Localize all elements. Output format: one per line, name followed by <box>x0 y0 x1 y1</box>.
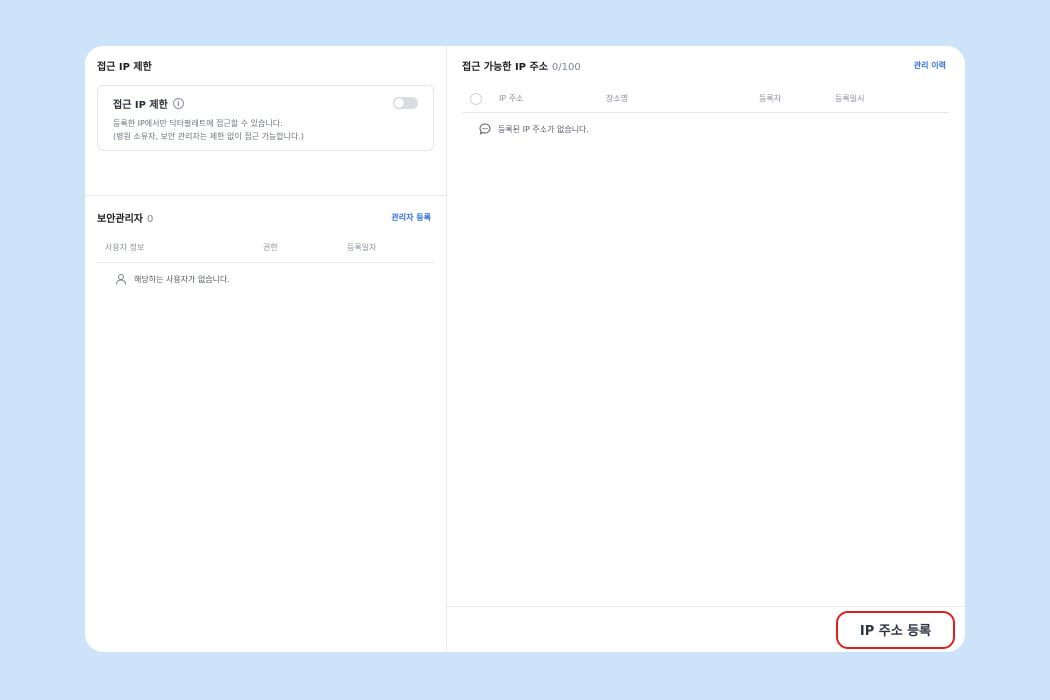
column-registered-datetime: 등록일시 <box>835 94 865 103</box>
security-admin-empty-text: 해당하는 사용자가 없습니다. <box>134 274 230 284</box>
right-panel: 접근 가능한 IP 주소 0/100 관리 이력 IP 주소 장소명 등록자 등록… <box>447 46 965 652</box>
person-icon <box>116 274 126 285</box>
left-panel: 접근 IP 제한 접근 IP 제한 i 등록한 IP에서만 닥터팔레트에 접근할… <box>85 46 447 652</box>
column-registered-date: 등록일자 <box>347 243 377 252</box>
ip-restriction-header: 접근 IP 제한 i <box>113 96 419 111</box>
info-icon[interactable]: i <box>172 98 184 109</box>
security-admin-count: 0 <box>147 214 154 225</box>
security-admin-title-text: 보안관리자 <box>97 214 143 225</box>
ip-restriction-section: 접근 IP 제한 접근 IP 제한 i 등록한 IP에서만 닥터팔레트에 접근할… <box>85 46 446 196</box>
chat-bubble-icon <box>479 123 491 135</box>
allowed-ip-section: 접근 가능한 IP 주소 0/100 관리 이력 IP 주소 장소명 등록자 등록… <box>447 46 965 606</box>
ip-restriction-desc-line1: 등록한 IP에서만 닥터팔레트에 접근할 수 있습니다. <box>113 119 283 128</box>
ip-restriction-title: 접근 IP 제한 <box>97 62 152 73</box>
column-place-name: 장소명 <box>606 94 629 103</box>
footer-bar: IP 주소 등록 <box>447 606 965 652</box>
column-role: 권한 <box>263 243 278 252</box>
security-admin-section: 보안관리자 0 관리자 등록 사용자 정보 권한 등록일자 해당하는 사용자가 없… <box>85 196 446 652</box>
settings-card: 접근 IP 제한 접근 IP 제한 i 등록한 IP에서만 닥터팔레트에 접근할… <box>85 46 965 652</box>
allowed-ip-empty-row: 등록된 IP 주소가 없습니다. <box>462 113 949 145</box>
column-registrant: 등록자 <box>759 94 782 103</box>
allowed-ip-empty-text: 등록된 IP 주소가 없습니다. <box>498 124 589 134</box>
history-link[interactable]: 관리 이력 <box>914 60 946 71</box>
ip-restriction-box: 접근 IP 제한 i 등록한 IP에서만 닥터팔레트에 접근할 수 있습니다. … <box>97 85 434 151</box>
select-all-checkbox[interactable] <box>470 92 482 105</box>
register-ip-button[interactable]: IP 주소 등록 <box>836 610 955 649</box>
security-admin-header: 보안관리자 0 관리자 등록 <box>97 210 434 225</box>
security-admin-title: 보안관리자 0 <box>97 210 153 225</box>
ip-restriction-box-title: 접근 IP 제한 <box>113 100 168 111</box>
allowed-ip-title: 접근 가능한 IP 주소 0/100 <box>462 58 581 73</box>
column-ip-address: IP 주소 <box>499 94 524 103</box>
ip-restriction-desc-line2: (병원 소유자, 보안 관리자는 제한 없이 접근 가능합니다.) <box>113 132 305 141</box>
security-admin-table-header: 사용자 정보 권한 등록일자 <box>97 233 434 263</box>
allowed-ip-count: 0/100 <box>551 62 581 73</box>
allowed-ip-table-header: IP 주소 장소명 등록자 등록일시 <box>462 85 949 113</box>
register-admin-link[interactable]: 관리자 등록 <box>391 212 431 223</box>
security-admin-empty-row: 해당하는 사용자가 없습니다. <box>97 263 434 295</box>
column-user-info: 사용자 정보 <box>105 243 145 252</box>
ip-restriction-toggle[interactable] <box>393 97 418 109</box>
allowed-ip-title-text: 접근 가능한 IP 주소 <box>462 62 548 73</box>
allowed-ip-header: 접근 가능한 IP 주소 0/100 관리 이력 <box>462 58 949 73</box>
ip-restriction-description: 등록한 IP에서만 닥터팔레트에 접근할 수 있습니다. (병원 소유자, 보안… <box>113 117 419 143</box>
